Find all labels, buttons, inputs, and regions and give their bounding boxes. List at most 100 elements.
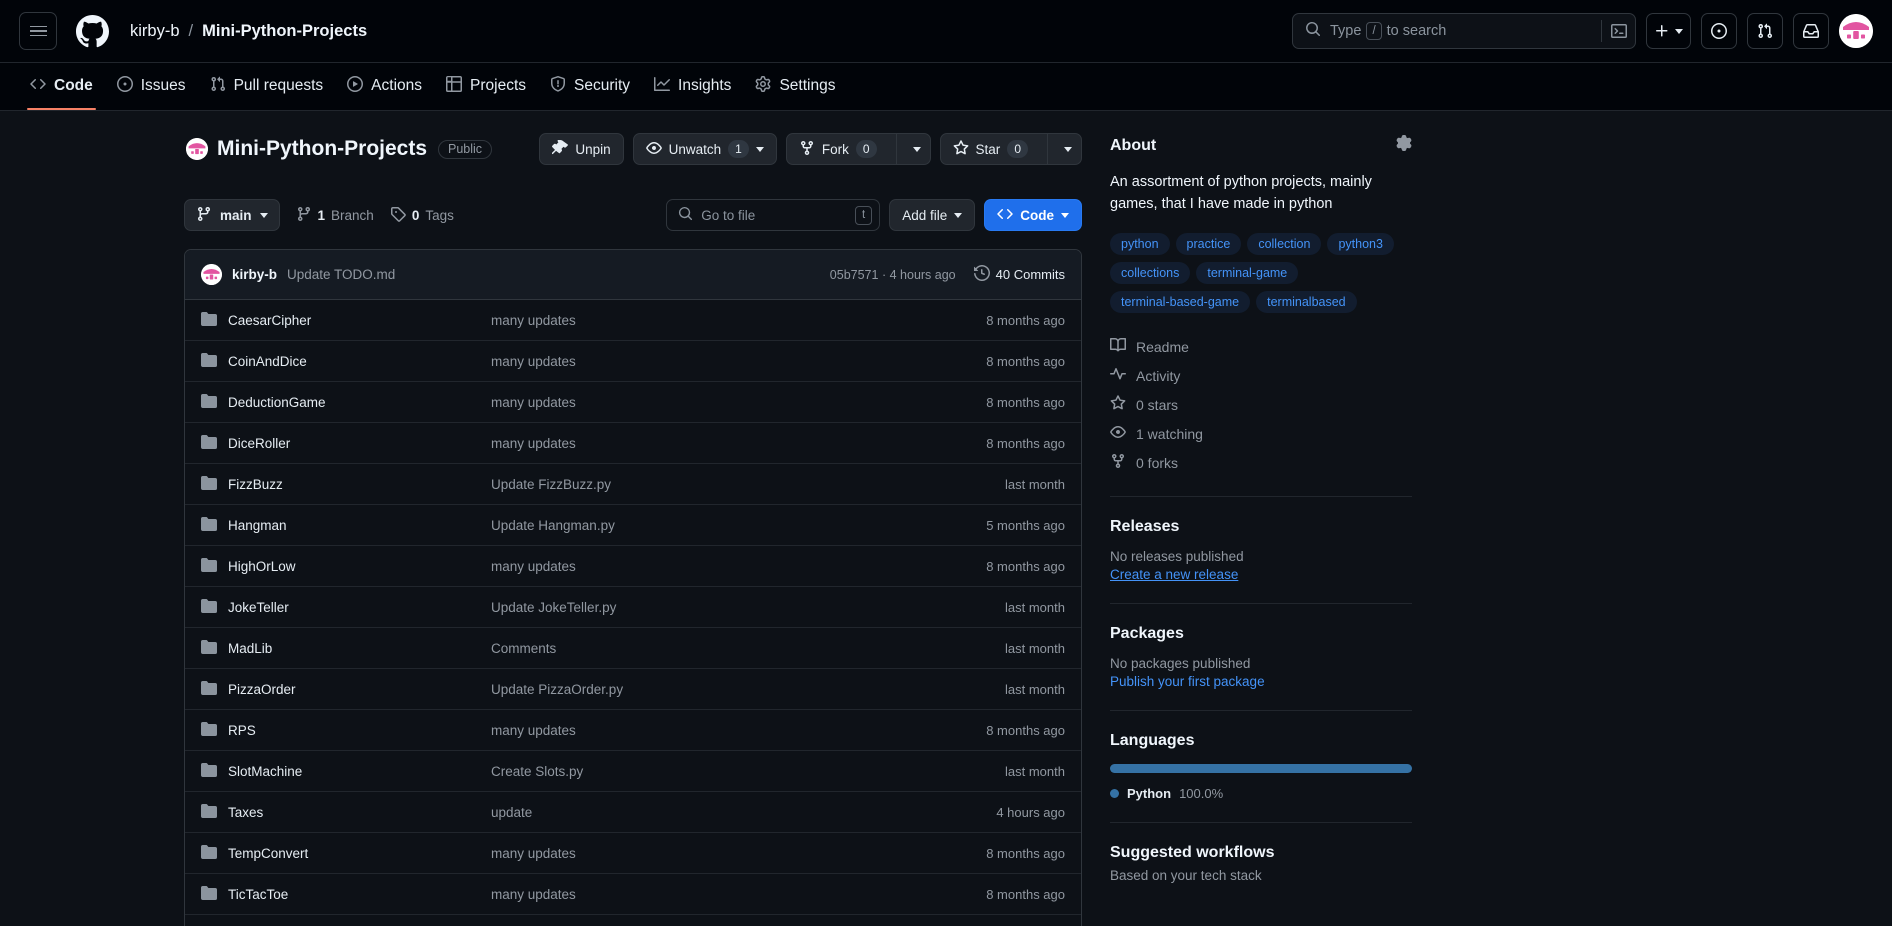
tags-link[interactable]: 0 Tags (390, 206, 454, 225)
tab-settings[interactable]: Settings (744, 63, 846, 110)
tab-issues[interactable]: Issues (106, 63, 197, 110)
sidebar-link-1-watching[interactable]: 1 watching (1110, 422, 1412, 446)
unwatch-button[interactable]: Unwatch 1 (632, 133, 777, 165)
branches-link[interactable]: 1 Branch (296, 206, 374, 225)
create-release-link[interactable]: Create a new release (1110, 567, 1412, 582)
sidebar-link-readme[interactable]: Readme (1110, 335, 1412, 359)
table-row[interactable]: TicTacToe many updates 8 months ago (185, 874, 1081, 915)
go-to-file-input[interactable]: Go to file t (666, 199, 881, 231)
file-name-cell[interactable]: JokeTeller (201, 598, 491, 617)
commit-author[interactable]: kirby-b (232, 267, 277, 282)
code-button[interactable]: Code (984, 199, 1082, 231)
table-row[interactable]: CoinAndDice many updates 8 months ago (185, 341, 1081, 382)
file-name-cell[interactable]: DeductionGame (201, 393, 491, 412)
breadcrumb-owner[interactable]: kirby-b (130, 22, 180, 41)
inbox-button[interactable] (1793, 13, 1829, 49)
topic-tag[interactable]: python (1110, 232, 1170, 255)
file-name-cell[interactable]: CaesarCipher (201, 311, 491, 330)
star-button[interactable]: Star 0 (941, 134, 1040, 164)
tab-actions[interactable]: Actions (336, 63, 433, 110)
fork-dropdown-button[interactable] (904, 134, 930, 164)
topic-tag[interactable]: practice (1175, 232, 1242, 255)
commit-message-cell[interactable]: many updates (491, 436, 986, 451)
fork-button[interactable]: Fork 0 (787, 134, 889, 164)
file-name-cell[interactable]: SlotMachine (201, 762, 491, 781)
commit-message-cell[interactable]: many updates (491, 559, 986, 574)
commit-message-cell[interactable]: Update PizzaOrder.py (491, 682, 1005, 697)
table-row[interactable]: CaesarCipher many updates 8 months ago (185, 300, 1081, 341)
commit-message-cell[interactable]: many updates (491, 723, 986, 738)
file-name-cell[interactable]: HighOrLow (201, 557, 491, 576)
file-name-cell[interactable]: TempConvert (201, 844, 491, 863)
commit-author-avatar[interactable] (201, 264, 222, 285)
avatar[interactable] (1839, 14, 1873, 48)
add-file-button[interactable]: Add file (889, 199, 976, 231)
file-name-cell[interactable]: Taxes (201, 803, 491, 822)
table-row[interactable]: HighOrLow many updates 8 months ago (185, 546, 1081, 587)
table-row[interactable]: FizzBuzz Update FizzBuzz.py last month (185, 464, 1081, 505)
file-name-cell[interactable]: Hangman (201, 516, 491, 535)
commit-message-cell[interactable]: many updates (491, 846, 986, 861)
file-name-cell[interactable]: RPS (201, 721, 491, 740)
table-row[interactable]: PizzaOrder Update PizzaOrder.py last month (185, 669, 1081, 710)
table-row[interactable]: TempConvert many updates 8 months ago (185, 833, 1081, 874)
command-palette-icon[interactable] (1601, 20, 1627, 42)
file-name-cell[interactable]: FizzBuzz (201, 475, 491, 494)
topic-tag[interactable]: collection (1247, 232, 1322, 255)
commit-message[interactable]: Update TODO.md (287, 267, 395, 282)
file-name-cell[interactable]: DiceRoller (201, 434, 491, 453)
publish-package-link[interactable]: Publish your first package (1110, 674, 1412, 689)
owner-avatar[interactable] (186, 138, 208, 160)
table-row[interactable]: Hangman Update Hangman.py 5 months ago (185, 505, 1081, 546)
unpin-button[interactable]: Unpin (539, 133, 624, 165)
tab-insights[interactable]: Insights (643, 63, 742, 110)
commit-message-cell[interactable]: Update FizzBuzz.py (491, 477, 1005, 492)
language-bar[interactable] (1110, 763, 1412, 773)
sidebar-link-0-stars[interactable]: 0 stars (1110, 393, 1412, 417)
issues-button[interactable] (1701, 13, 1737, 49)
github-logo-icon[interactable] (73, 12, 112, 51)
table-row[interactable]: WebNameFlipUpdate WebsiteNameFliplast mo… (185, 915, 1081, 926)
tab-security[interactable]: Security (539, 63, 641, 110)
tab-projects[interactable]: Projects (435, 63, 537, 110)
fork-button-group[interactable]: Fork 0 (785, 133, 931, 165)
table-row[interactable]: MadLib Comments last month (185, 628, 1081, 669)
breadcrumb-repo[interactable]: Mini-Python-Projects (202, 22, 367, 41)
tab-pull-requests[interactable]: Pull requests (199, 63, 335, 110)
file-name-cell[interactable]: TicTacToe (201, 885, 491, 904)
tab-code[interactable]: Code (19, 63, 104, 110)
star-dropdown-button[interactable] (1055, 134, 1081, 164)
table-row[interactable]: DiceRoller many updates 8 months ago (185, 423, 1081, 464)
star-button-group[interactable]: Star 0 (939, 133, 1082, 165)
language-item[interactable]: Python 100.0% (1110, 786, 1412, 801)
gear-icon[interactable] (1396, 135, 1412, 156)
commit-message-cell[interactable]: many updates (491, 313, 986, 328)
create-new-button[interactable] (1646, 13, 1691, 49)
file-name-cell[interactable]: CoinAndDice (201, 352, 491, 371)
topic-tag[interactable]: collections (1110, 261, 1191, 284)
commit-message-cell[interactable]: many updates (491, 354, 986, 369)
table-row[interactable]: DeductionGame many updates 8 months ago (185, 382, 1081, 423)
topic-tag[interactable]: python3 (1327, 232, 1394, 255)
topic-tag[interactable]: terminalbased (1256, 290, 1357, 313)
pull-requests-button[interactable] (1747, 13, 1783, 49)
commit-message-cell[interactable]: Comments (491, 641, 1005, 656)
table-row[interactable]: Taxes update 4 hours ago (185, 792, 1081, 833)
commits-history-link[interactable]: 40 Commits (973, 264, 1065, 284)
table-row[interactable]: SlotMachine Create Slots.py last month (185, 751, 1081, 792)
topic-tag[interactable]: terminal-based-game (1110, 290, 1251, 313)
sidebar-link-0-forks[interactable]: 0 forks (1110, 451, 1412, 475)
commit-message-cell[interactable]: Update Hangman.py (491, 518, 986, 533)
sidebar-link-activity[interactable]: Activity (1110, 364, 1412, 388)
commit-sha-and-time[interactable]: 05b7571 · 4 hours ago (830, 268, 956, 282)
commit-message-cell[interactable]: many updates (491, 395, 986, 410)
commit-message-cell[interactable]: update (491, 805, 996, 820)
table-row[interactable]: JokeTeller Update JokeTeller.py last month (185, 587, 1081, 628)
branch-selector-button[interactable]: main (184, 199, 280, 231)
commit-message-cell[interactable]: Create Slots.py (491, 764, 1005, 779)
file-name-cell[interactable]: MadLib (201, 639, 491, 658)
search-input[interactable]: Type / to search (1292, 13, 1636, 49)
topic-tag[interactable]: terminal-game (1196, 261, 1299, 284)
global-nav-menu-button[interactable] (19, 12, 57, 50)
unwatch-segment[interactable]: Unwatch 1 (634, 134, 776, 164)
